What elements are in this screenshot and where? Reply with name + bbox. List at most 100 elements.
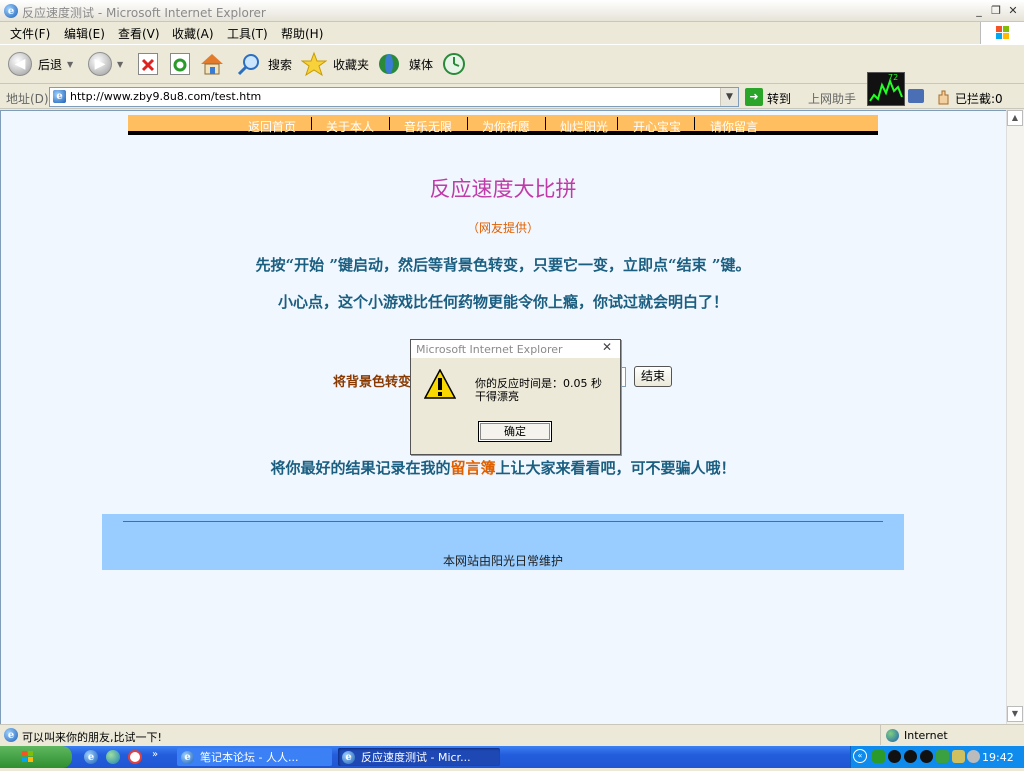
favorites-label: 收藏夹 (333, 57, 370, 72)
status-page-icon: e (4, 728, 18, 742)
favorites-button[interactable]: 收藏夹 (301, 50, 369, 78)
zone-label: Internet (904, 729, 948, 742)
tray-volume-icon[interactable] (967, 750, 980, 763)
search-label: 搜索 (268, 57, 293, 72)
scroll-up-icon[interactable]: ▲ (1007, 110, 1023, 126)
nav-music[interactable]: 音乐无限 (404, 118, 452, 135)
menu-help[interactable]: 帮助(H) (281, 25, 323, 42)
close-window-button[interactable]: ✕ (1005, 3, 1021, 19)
media-label: 媒体 (409, 57, 434, 72)
footer-divider (123, 521, 883, 522)
history-button[interactable] (441, 51, 467, 80)
address-url[interactable]: http://www.zby9.8u8.com/test.htm (70, 90, 261, 103)
back-arrow-icon: ◀ (8, 52, 32, 76)
forward-arrow-icon: ▶ (88, 52, 112, 76)
media-button[interactable]: 媒体 (377, 50, 433, 78)
nav-wish[interactable]: 为你祈愿 (482, 118, 530, 135)
book-icon[interactable] (908, 89, 924, 103)
task-ie-icon: e (181, 750, 194, 764)
refresh-icon (173, 58, 187, 72)
minimize-button[interactable]: _ (971, 3, 987, 19)
nav-baby[interactable]: 开心宝宝 (633, 118, 681, 135)
nav-divider (311, 117, 312, 130)
address-label: 地址(D) (6, 92, 49, 106)
instruction-line-1: 先按“开始 ”键启动，然后等背景色转变，只要它一变，立即点“结束 ”键。 (255, 256, 751, 274)
blocked-count: 已拦截:0 (955, 92, 1003, 106)
menu-edit[interactable]: 编辑(E) (64, 25, 105, 42)
start-button[interactable] (0, 746, 72, 768)
record-suffix: 上让大家来看看吧，可不要骗人哦！ (495, 459, 736, 477)
task-button-test[interactable]: e 反应速度测试 - Micr... (338, 748, 500, 766)
tray-pen-icon[interactable] (952, 750, 965, 763)
menu-tools[interactable]: 工具(T) (227, 25, 268, 42)
windows-flag-icon (22, 751, 33, 762)
record-prefix: 将你最好的结果记录在我的 (270, 459, 451, 477)
go-arrow-icon[interactable]: ➜ (745, 88, 763, 106)
cpu-meter-value: 72 (888, 73, 899, 82)
page-title: 反应速度大比拼 (429, 177, 577, 201)
search-icon (237, 54, 259, 76)
nav-home[interactable]: 返回首页 (248, 118, 296, 135)
dialog-close-icon[interactable]: ✕ (602, 340, 612, 354)
helper-button[interactable]: 上网助手 (808, 90, 856, 107)
search-button[interactable]: 搜索 (236, 50, 292, 78)
tray-qq-icon[interactable] (888, 750, 901, 763)
stop-icon (141, 58, 155, 72)
nav-guestbook[interactable]: 请你留言 (710, 118, 758, 135)
chevron-down-icon[interactable]: ▼ (117, 60, 123, 69)
quicklaunch-media-icon[interactable] (128, 750, 142, 764)
chevron-down-icon[interactable]: ▼ (67, 60, 73, 69)
nav-sunshine[interactable]: 灿烂阳光 (560, 118, 608, 135)
tray-network-icon[interactable] (872, 750, 885, 763)
page-icon: e (53, 90, 66, 103)
back-button[interactable]: ◀ 后退 ▼ (8, 50, 73, 78)
ok-button[interactable]: 确定 (478, 421, 552, 442)
internet-globe-icon (886, 729, 899, 742)
tray-qq-icon[interactable] (920, 750, 933, 763)
back-label: 后退 (38, 57, 63, 72)
windows-logo (980, 22, 1024, 44)
scroll-down-icon[interactable]: ▼ (1007, 706, 1023, 722)
cpu-meter (867, 72, 905, 106)
ie-logo-icon: e (4, 4, 18, 18)
quicklaunch-ie-icon[interactable]: e (84, 750, 98, 764)
instruction-line-2: 小心点，这个小游戏比任何药物更能令你上瘾，你试过就会明白了！ (277, 293, 728, 311)
background-change-label: 将背景色转变 (333, 375, 412, 390)
security-zone (880, 725, 1024, 745)
restore-button[interactable]: ❐ (988, 3, 1004, 19)
home-icon (201, 54, 223, 75)
credit-text: （网友提供） (466, 221, 539, 235)
home-button[interactable] (199, 51, 225, 80)
nav-about[interactable]: 关于本人 (326, 118, 374, 135)
refresh-button[interactable] (170, 53, 190, 75)
nav-divider (389, 117, 390, 130)
task-test-label: 反应速度测试 - Micr... (361, 751, 471, 764)
quicklaunch-globe-icon[interactable] (106, 750, 120, 764)
forward-button[interactable]: ▶ ▼ (88, 50, 123, 78)
go-button[interactable]: 转到 (767, 90, 791, 107)
tray-qq-icon[interactable] (904, 750, 917, 763)
footer-text: 本网站由阳光日常维护 (442, 554, 563, 568)
popup-blocker-icon[interactable] (935, 88, 953, 109)
taskbar-clock: 19:42 (982, 751, 1014, 764)
dialog-title: Microsoft Internet Explorer (416, 343, 563, 356)
guestbook-link[interactable]: 留言簿 (450, 459, 495, 477)
media-globe-icon (379, 54, 399, 74)
quicklaunch-chevron-icon[interactable]: » (152, 749, 158, 760)
chevron-down-icon[interactable]: ▼ (720, 88, 738, 106)
menu-favorites[interactable]: 收藏(A) (172, 25, 214, 42)
menu-file[interactable]: 文件(F) (10, 25, 50, 42)
nav-divider (694, 117, 695, 130)
task-button-forum[interactable]: e 笔记本论坛 - 人人... (177, 748, 332, 766)
vertical-scrollbar[interactable] (1006, 110, 1024, 724)
stop-button[interactable] (138, 53, 158, 75)
star-icon (301, 51, 327, 77)
nav-divider (545, 117, 546, 130)
tray-collapse-icon[interactable]: « (853, 749, 867, 763)
nav-divider (617, 117, 618, 130)
tray-app-icon[interactable] (936, 750, 949, 763)
history-icon (443, 53, 465, 75)
end-button[interactable]: 结束 (634, 366, 672, 387)
menu-view[interactable]: 查看(V) (118, 25, 160, 42)
task-ie-icon: e (342, 750, 355, 764)
